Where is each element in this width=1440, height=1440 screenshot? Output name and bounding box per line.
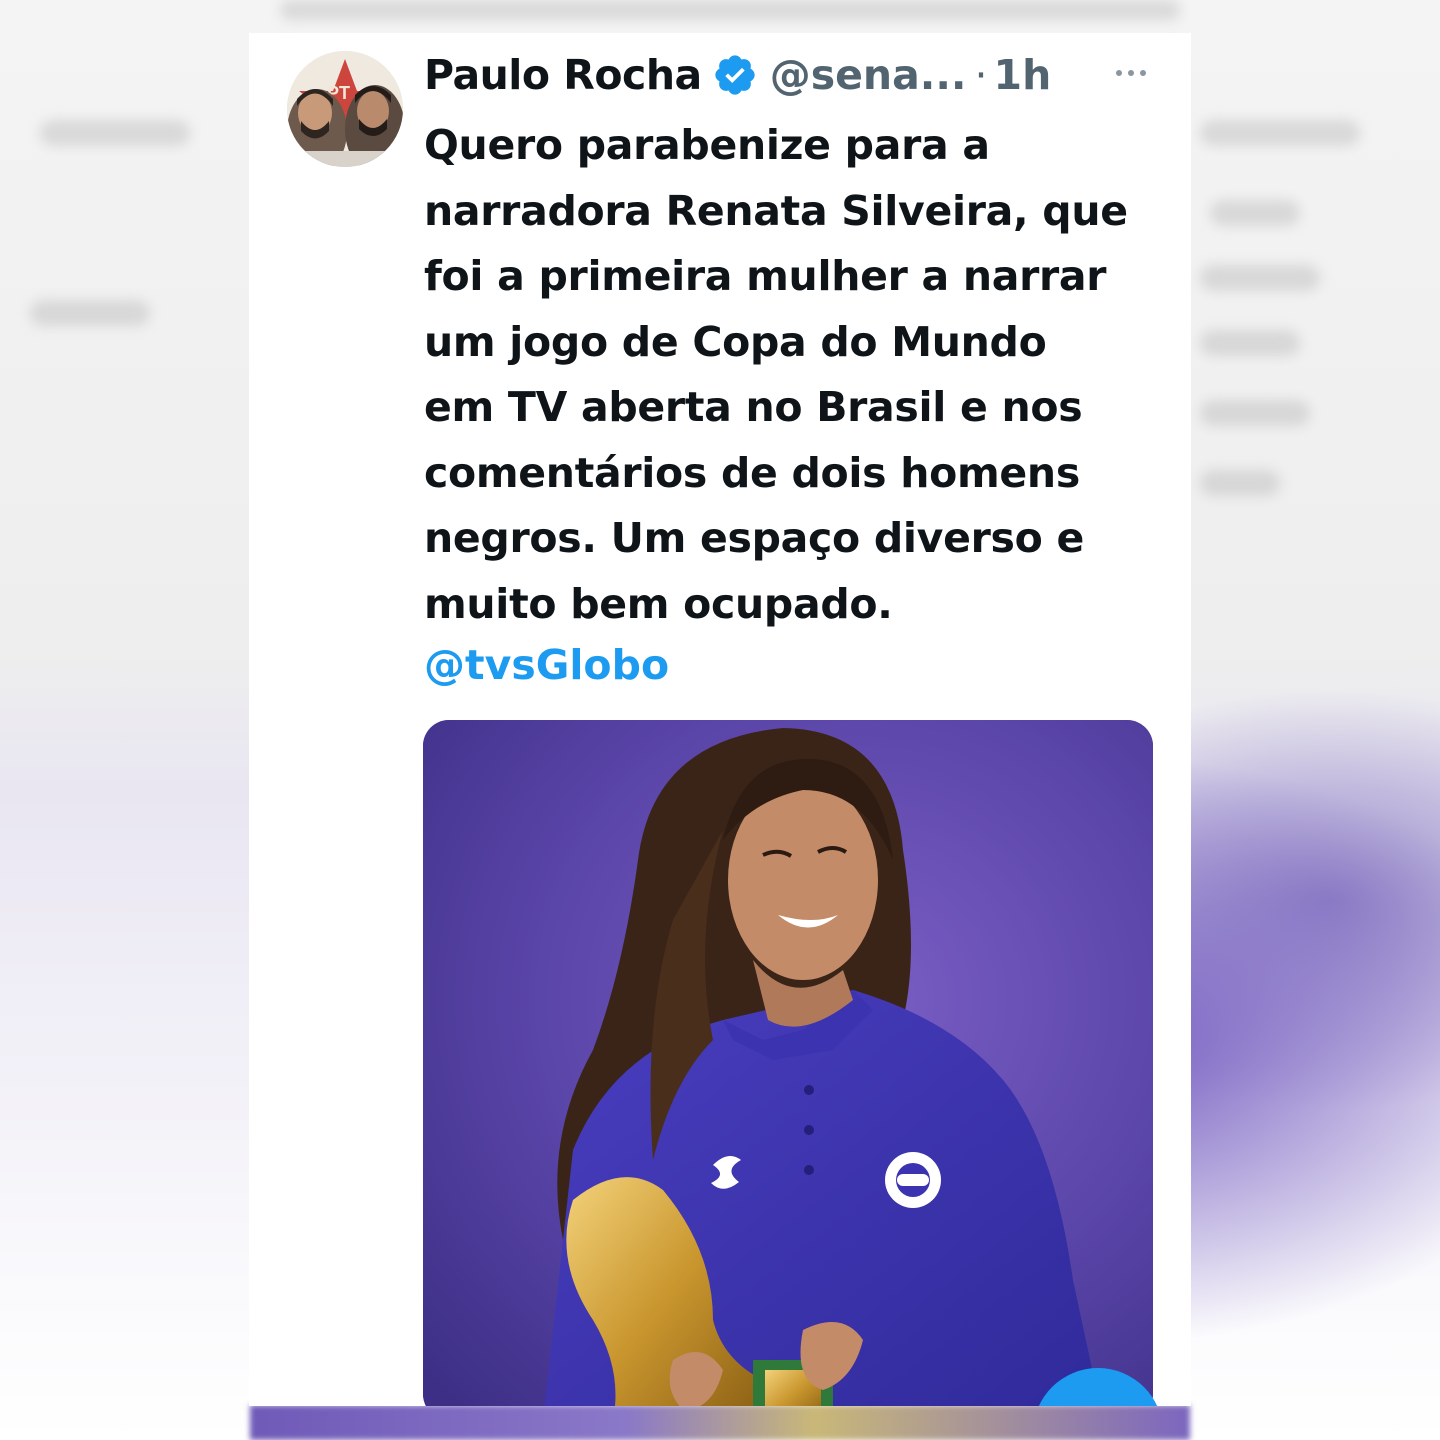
tweet-text-line: em TV aberta no Brasil e nos: [424, 383, 1083, 431]
tweet-text-line: negros. Um espaço diverso e: [424, 514, 1084, 562]
blurred-background-bottom: [250, 1405, 1190, 1440]
tweet-text-line: comentários de dois homens: [424, 448, 1080, 497]
author-name[interactable]: Paulo Rocha: [424, 51, 702, 99]
tweet-text-line: Quero parabenize para a: [424, 121, 990, 169]
tweet-text-line: muito bem ocupado.: [424, 579, 893, 628]
timestamp[interactable]: 1h: [994, 51, 1052, 99]
photo-illustration: [423, 720, 1153, 1406]
tweet-media-photo[interactable]: [423, 720, 1153, 1406]
avatar[interactable]: PT: [287, 51, 403, 167]
tweet-header: Paulo Rocha @sena... · 1h: [424, 47, 1051, 103]
mention-link[interactable]: @tvsGlobo: [424, 633, 669, 698]
tweet-card[interactable]: PT Paulo Rocha @sena... · 1h Quero parab…: [249, 33, 1191, 1406]
tweet-text-line: foi a primeira mulher a narrar: [424, 252, 1107, 300]
verified-badge-icon: [712, 52, 758, 98]
tweet-text-line: narradora Renata Silveira, que: [424, 186, 1128, 235]
author-handle[interactable]: @sena...: [770, 51, 967, 99]
tweet-text: Quero parabenize para a narradora Renata…: [424, 113, 1184, 637]
avatar-image: PT: [287, 51, 403, 167]
more-options-icon[interactable]: [1111, 61, 1151, 85]
tweet-text-line: um jogo de Copa do Mundo: [424, 317, 1047, 366]
separator-dot: ·: [974, 51, 988, 99]
